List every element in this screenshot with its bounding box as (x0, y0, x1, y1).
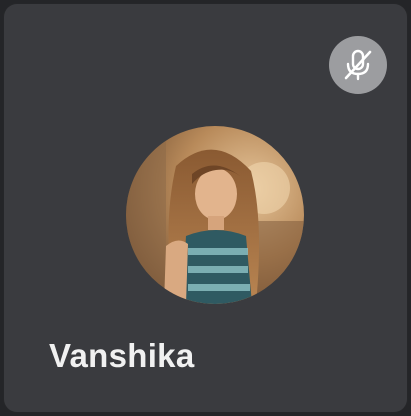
profile-photo (126, 126, 304, 304)
mute-status-button[interactable] (329, 36, 387, 94)
avatar (126, 126, 304, 304)
participant-name: Vanshika (49, 337, 195, 374)
participant-tile[interactable]: Vanshika (3, 3, 408, 413)
microphone-muted-icon (344, 49, 372, 81)
